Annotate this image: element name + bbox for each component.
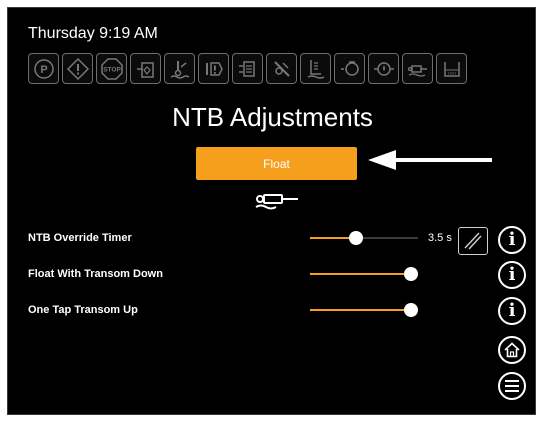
trim-cylinder-icon[interactable]	[402, 53, 433, 84]
slider-knob[interactable]	[404, 303, 418, 317]
status-bar: Thursday 9:19 AM P STOP H2O	[8, 8, 535, 98]
warning-icon[interactable]	[62, 53, 93, 84]
svg-text:STOP: STOP	[103, 66, 121, 73]
stop-icon[interactable]: STOP	[96, 53, 127, 84]
ntb-override-timer-slider[interactable]	[310, 231, 418, 245]
float-with-transom-down-slider[interactable]	[310, 267, 418, 281]
fuel-filter-icon[interactable]: H2O	[436, 53, 467, 84]
slider-knob[interactable]	[404, 267, 418, 281]
engine-icon[interactable]	[334, 53, 365, 84]
display-screen: Thursday 9:19 AM P STOP H2O NTB Adjustme…	[7, 7, 536, 415]
page-title: NTB Adjustments	[172, 102, 373, 132]
transmission-icon[interactable]	[232, 53, 263, 84]
callout-arrow	[368, 150, 492, 170]
ntb-override-timer-value: 3.5 s	[428, 232, 452, 244]
reset-button[interactable]	[458, 227, 488, 255]
slider-knob[interactable]	[349, 231, 364, 245]
info-icon: i	[508, 264, 516, 285]
svg-text:P: P	[40, 64, 47, 76]
clock: Thursday 9:19 AM	[28, 25, 158, 42]
float-with-transom-down-label: Float With Transom Down	[28, 268, 163, 280]
ntb-override-timer-label: NTB Override Timer	[28, 232, 132, 244]
svg-text:H2O: H2O	[447, 70, 455, 75]
trim-cylinder-icon	[255, 194, 298, 210]
water-temp-icon[interactable]	[164, 53, 195, 84]
float-button[interactable]: Float	[196, 147, 357, 180]
menu-button[interactable]	[498, 372, 526, 400]
home-button[interactable]	[498, 336, 526, 364]
one-tap-transom-up-label: One Tap Transom Up	[28, 304, 138, 316]
info-icon: i	[508, 300, 516, 321]
oil-pressure-icon[interactable]	[368, 53, 399, 84]
parking-brake-icon[interactable]: P	[28, 53, 59, 84]
home-icon	[504, 342, 520, 358]
alert-icon-row: P STOP H2O	[28, 53, 467, 84]
engine-warning-icon[interactable]	[198, 53, 229, 84]
slider-fill	[310, 309, 411, 311]
info-button-one-tap-transom-up[interactable]: i	[498, 297, 526, 325]
menu-icon	[505, 380, 519, 392]
reset-slash-icon	[464, 232, 482, 250]
slider-fill	[310, 273, 411, 275]
fuel-tank-icon[interactable]	[130, 53, 161, 84]
oil-level-icon[interactable]	[300, 53, 331, 84]
info-button-float-with-transom-down[interactable]: i	[498, 261, 526, 289]
one-tap-transom-up-slider[interactable]	[310, 303, 418, 317]
info-button-ntb-override-timer[interactable]: i	[498, 226, 526, 254]
info-icon: i	[508, 229, 516, 250]
no-service-icon[interactable]	[266, 53, 297, 84]
